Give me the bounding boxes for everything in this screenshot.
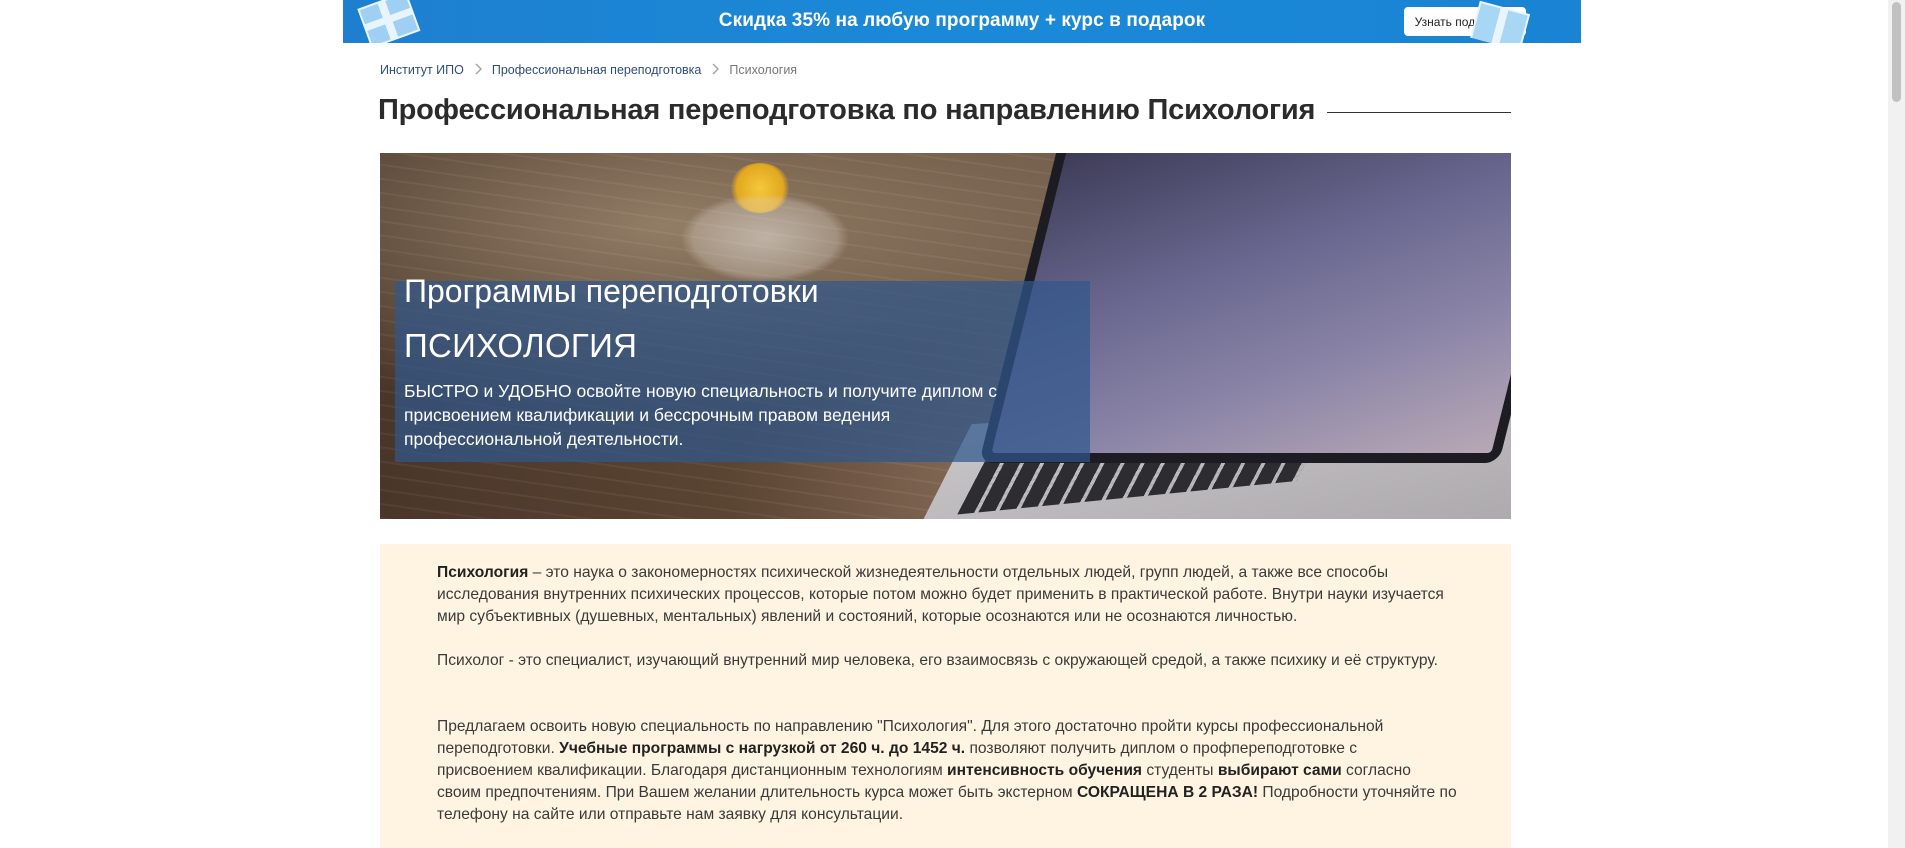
intro-paragraph-2: Психолог - это специалист, изучающий вну…	[437, 652, 1438, 669]
chevron-right-icon	[464, 62, 492, 78]
intro-paragraph-3: Предлагаем освоить новую специальность п…	[437, 718, 1457, 823]
intro-paragraph-1: Психология – это наука о закономерностях…	[437, 564, 1444, 625]
page-title: Профессиональная переподготовка по напра…	[378, 94, 1316, 126]
gift-box-icon	[1469, 0, 1531, 43]
title-divider	[1327, 112, 1511, 113]
hero-description: БЫСТРО и УДОБНО освойте новую специально…	[404, 381, 998, 449]
intro-section: Психология – это наука о закономерностях…	[380, 544, 1511, 848]
promo-banner[interactable]: Скидка 35% на любую программу + курс в п…	[343, 0, 1581, 43]
promo-text: Скидка 35% на любую программу + курс в п…	[718, 10, 1206, 31]
page-title-row: Профессиональная переподготовка по напра…	[378, 94, 1511, 127]
coffee-cup-image	[680, 193, 850, 283]
hero-subtitle: ПСИХОЛОГИЯ	[404, 327, 638, 364]
breadcrumb-item-retraining[interactable]: Профессиональная переподготовка	[492, 63, 702, 77]
breadcrumb-item-institute[interactable]: Институт ИПО	[380, 63, 464, 77]
hero-title: Программы переподготовки	[404, 273, 819, 309]
chevron-right-icon	[701, 62, 729, 78]
breadcrumb: Институт ИПО Профессиональная переподгот…	[380, 62, 797, 78]
scrollbar-thumb[interactable]	[1892, 2, 1901, 102]
breadcrumb-item-current: Психология	[729, 63, 798, 77]
psychology-term: Психология	[437, 564, 529, 581]
page-scrollbar[interactable]	[1888, 0, 1905, 848]
